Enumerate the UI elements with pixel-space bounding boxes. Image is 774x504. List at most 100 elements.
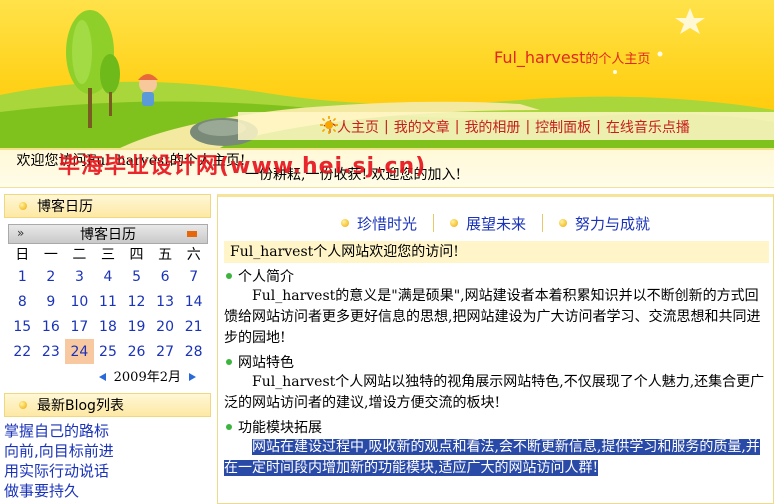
calendar-day[interactable]: 22 [8,339,37,364]
section-modules: 功能模块拓展 网站在建设过程中,吸收新的观点和看法,会不断更新信息,提供学习和服… [224,417,767,479]
calendar-box-title: 博客日历 [37,199,93,215]
tab-divider [542,214,543,232]
tab-cherish-time[interactable]: 珍惜时光 [340,213,417,234]
bullet-icon [559,219,567,227]
calendar-day[interactable]: 7 [179,264,208,289]
nav-separator: | [454,119,460,135]
nav-control-panel[interactable]: 控制面板 [532,117,594,137]
calendar-day[interactable]: 6 [151,264,180,289]
calendar-prev-button[interactable]: » [17,226,24,240]
section-title: 功能模块拓展 [224,417,767,437]
section-title: 个人简介 [224,266,767,286]
nav-separator: | [525,119,531,135]
sidebar: 博客日历 » 博客日历 日 一 二 三 四 五 六 1 2 3 4 5 6 7 … [0,194,215,504]
calendar-day[interactable]: 18 [94,314,123,339]
calendar-day[interactable]: 12 [122,289,151,314]
calendar-day[interactable]: 26 [122,339,151,364]
calendar-day[interactable]: 14 [179,289,208,314]
nav-separator: | [596,119,601,135]
greeting-bar: Ful_harvest个人网站欢迎您的访问! [224,241,769,263]
bullet-icon [19,401,27,409]
main-tabs: 珍惜时光 展望未来 努力与成就 [218,197,773,237]
calendar-day[interactable]: 3 [65,264,94,289]
tab-label: 努力与成就 [575,214,651,233]
bullet-icon [226,424,232,430]
section-title-text: 个人简介 [238,269,294,285]
site-title: Ful_harvest的个人主页 [494,48,651,67]
calendar-day[interactable]: 4 [94,264,123,289]
nav-music-on-demand[interactable]: 在线音乐点播 [603,117,693,137]
calendar-day[interactable]: 13 [151,289,180,314]
nav-my-album[interactable]: 我的相册 [461,117,523,137]
blog-list-item[interactable]: 做事要持久 [4,481,215,501]
calendar-day[interactable]: 8 [8,289,37,314]
blog-list-item[interactable]: 向前,向目标前进 [4,441,215,461]
section-body: Ful_harvest的意义是"满是硕果",网站建设者本着积累知识并以不断创新的… [224,288,761,346]
calendar-grid: 日 一 二 三 四 五 六 1 2 3 4 5 6 7 8 9 10 11 12… [8,244,208,364]
calendar-menu-icon[interactable] [187,231,197,237]
calendar-day[interactable]: 23 [37,339,66,364]
bullet-icon [449,219,458,227]
bullet-icon [19,202,27,210]
main-content: 珍惜时光 展望未来 努力与成就 Ful_harvest个人网站欢迎您的访问! 个… [217,194,774,504]
sun-icon [320,116,338,134]
star-icon [675,8,705,34]
watermark: 毕海毕业设计网(www.hei.sj.cn) [58,154,427,179]
selected-text: 网站在建设过程中,吸收新的观点和看法,会不断更新信息,提供学习和服务的质量,并在… [224,439,760,476]
calendar-footer: 2009年2月 [8,366,208,385]
bullet-icon [226,359,232,365]
calendar-day[interactable]: 16 [37,314,66,339]
prev-month-icon[interactable] [98,373,106,381]
calendar-day[interactable]: 1 [8,264,37,289]
calendar-day[interactable]: 28 [179,339,208,364]
bullet-icon [340,219,349,227]
calendar-box-header: 博客日历 [4,194,211,218]
section-title-text: 网站特色 [238,355,294,371]
calendar-day[interactable]: 21 [179,314,208,339]
calendar-day[interactable]: 15 [8,314,37,339]
blog-list-box-title: 最新Blog列表 [37,398,124,414]
calendar-header: » 博客日历 [8,224,208,244]
section-body-selected: 网站在建设过程中,吸收新的观点和看法,会不断更新信息,提供学习和服务的质量,并在… [224,437,767,479]
tab-label: 珍惜时光 [356,214,417,233]
weekday-label: 一 [43,247,58,263]
blog-list: 掌握自己的路标 向前,向目标前进 用实际行动说话 做事要持久 [0,421,215,501]
tab-label: 展望未来 [465,214,526,233]
calendar-day[interactable]: 17 [65,314,94,339]
tab-effort-achievement[interactable]: 努力与成就 [559,213,650,234]
calendar-title: 博客日历 [80,227,136,243]
weekday-label: 日 [15,247,30,263]
weekday-label: 四 [129,247,144,263]
section-title: 网站特色 [224,352,767,372]
blog-list-box-header: 最新Blog列表 [4,393,211,417]
calendar-month-label: 2009年2月 [113,370,181,385]
blog-calendar: » 博客日历 日 一 二 三 四 五 六 1 2 3 4 5 6 7 8 9 1… [8,224,208,385]
blog-list-item[interactable]: 掌握自己的路标 [4,421,215,441]
calendar-day-today[interactable]: 24 [65,339,94,364]
section-body: Ful_harvest个人网站以独特的视角展示网站特色,不仅展现了个人魅力,还集… [224,374,765,411]
calendar-day[interactable]: 25 [94,339,123,364]
calendar-day[interactable]: 10 [65,289,94,314]
calendar-day[interactable]: 20 [151,314,180,339]
nav-my-articles[interactable]: 我的文章 [391,117,453,137]
calendar-day[interactable]: 11 [94,289,123,314]
weekday-label: 五 [158,247,173,263]
calendar-day[interactable]: 27 [151,339,180,364]
header-banner: Ful_harvest的个人主页 个人主页 | 我的文章 | 我的相册 | 控制… [0,0,774,148]
calendar-day[interactable]: 19 [122,314,151,339]
nav-separator: | [384,119,389,135]
section-title-text: 功能模块拓展 [238,420,322,436]
calendar-day[interactable]: 5 [122,264,151,289]
weekday-label: 二 [72,247,87,263]
blog-list-item[interactable]: 用实际行动说话 [4,461,215,481]
section-profile: 个人简介 Ful_harvest的意义是"满是硕果",网站建设者本着积累知识并以… [224,266,767,349]
next-month-icon[interactable] [189,373,196,381]
tab-look-ahead[interactable]: 展望未来 [449,213,526,234]
weekday-label: 三 [100,247,115,263]
tab-divider [432,214,434,232]
calendar-day[interactable]: 9 [37,289,66,314]
main-nav: 个人主页 | 我的文章 | 我的相册 | 控制面板 | 在线音乐点播 [320,116,693,138]
weekday-label: 六 [186,247,201,263]
calendar-day[interactable]: 2 [37,264,66,289]
section-features: 网站特色 Ful_harvest个人网站以独特的视角展示网站特色,不仅展现了个人… [224,352,767,414]
